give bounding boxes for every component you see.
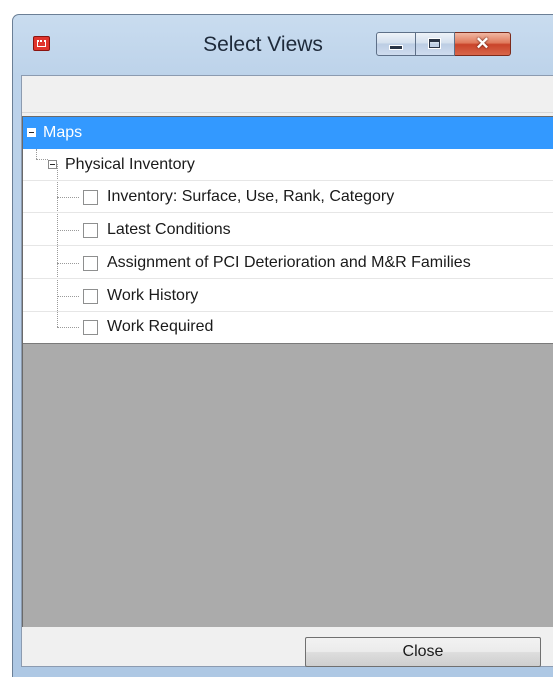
item-checkbox[interactable] bbox=[83, 223, 98, 238]
tree-node-maps[interactable]: Maps bbox=[23, 117, 553, 149]
tree-node-label: Maps bbox=[43, 124, 83, 141]
window-close-button[interactable]: ✕ bbox=[455, 32, 511, 56]
tree-item[interactable]: Inventory: Surface, Use, Rank, Category bbox=[23, 181, 553, 213]
close-button[interactable]: Close bbox=[305, 637, 541, 667]
button-bar: Close bbox=[22, 627, 553, 667]
views-tree[interactable]: Maps Physical Inventory Inventory: Surfa… bbox=[23, 117, 553, 344]
maximize-button[interactable] bbox=[416, 32, 455, 56]
select-views-window: Select Views ✕ Maps Physical Inventory I… bbox=[12, 14, 553, 677]
tree-item-label: Work History bbox=[107, 287, 199, 304]
tree-item[interactable]: Latest Conditions bbox=[23, 214, 553, 246]
collapse-icon[interactable] bbox=[27, 128, 36, 137]
tree-item[interactable]: Work Required bbox=[23, 311, 553, 343]
item-checkbox[interactable] bbox=[83, 256, 98, 271]
views-panel: Maps Physical Inventory Inventory: Surfa… bbox=[22, 116, 553, 627]
minimize-button[interactable] bbox=[376, 32, 416, 56]
minimize-icon bbox=[390, 46, 402, 49]
maximize-icon bbox=[429, 39, 440, 48]
title-bar[interactable]: Select Views ✕ bbox=[13, 15, 553, 75]
item-checkbox[interactable] bbox=[83, 190, 98, 205]
tree-item-label: Work Required bbox=[107, 318, 214, 335]
item-checkbox[interactable] bbox=[83, 320, 98, 335]
tree-node-label: Physical Inventory bbox=[65, 156, 195, 173]
item-checkbox[interactable] bbox=[83, 289, 98, 304]
tree-item[interactable]: Assignment of PCI Deterioration and M&R … bbox=[23, 247, 553, 279]
tree-item[interactable]: Work History bbox=[23, 280, 553, 312]
tree-item-label: Latest Conditions bbox=[107, 221, 231, 238]
dialog-client-area: Maps Physical Inventory Inventory: Surfa… bbox=[21, 75, 553, 667]
toolstrip bbox=[22, 76, 553, 113]
tree-item-label: Assignment of PCI Deterioration and M&R … bbox=[107, 254, 471, 271]
tree-item-label: Inventory: Surface, Use, Rank, Category bbox=[107, 188, 395, 205]
close-icon: ✕ bbox=[475, 34, 490, 53]
collapse-icon[interactable] bbox=[48, 160, 57, 169]
tree-node-physical-inventory[interactable]: Physical Inventory bbox=[23, 149, 553, 181]
